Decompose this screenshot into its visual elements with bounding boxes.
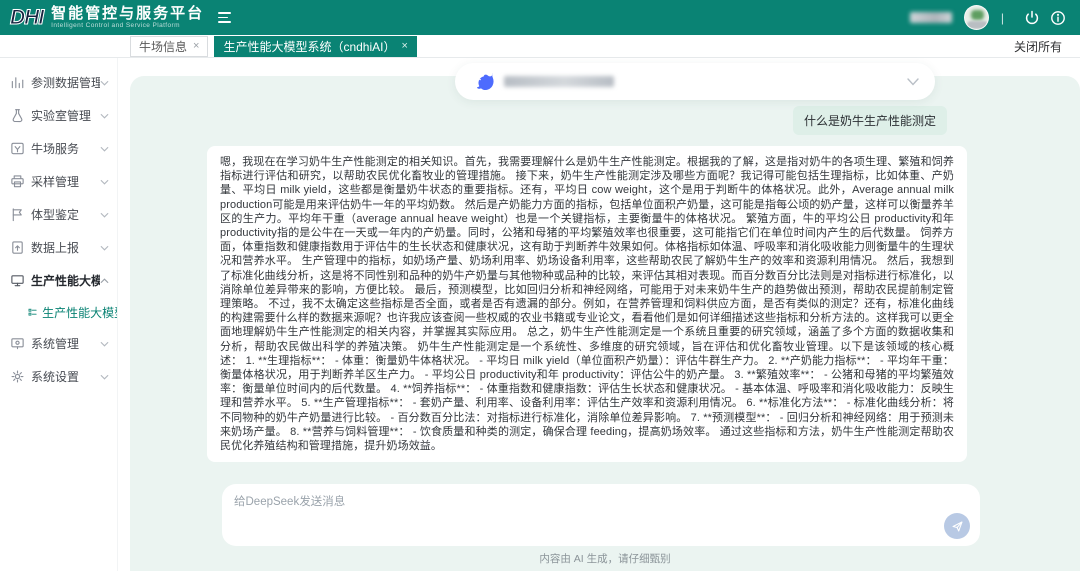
chevron-down-icon xyxy=(907,78,919,86)
conversation: 什么是奶牛生产性能测定 嗯，我现在在学习奶牛生产性能测定的相关知识。首先，我需要… xyxy=(130,76,1080,462)
deepseek-logo-icon xyxy=(471,70,495,94)
sidebar-item-label: 体型鉴定 xyxy=(31,206,100,223)
sidebar-item-label: 系统管理 xyxy=(31,335,100,352)
brand-logo: DHI xyxy=(10,6,43,30)
sidebar-item-label: 数据上报 xyxy=(31,239,100,256)
sidebar-item-conformation[interactable]: 体型鉴定 xyxy=(0,198,117,231)
sidebar-item-data-report[interactable]: 数据上报 xyxy=(0,231,117,264)
tab-label: 生产性能大模型系统（cndhiAI） xyxy=(223,38,395,55)
message-input-container[interactable] xyxy=(222,484,980,546)
sidebar-item-lab[interactable]: 实验室管理 xyxy=(0,99,117,132)
menu-collapse-icon[interactable] xyxy=(218,12,231,23)
info-icon[interactable] xyxy=(1050,10,1066,26)
sidebar-item-label: 系统设置 xyxy=(31,368,100,385)
chevron-down-icon xyxy=(100,245,109,251)
service-icon xyxy=(10,141,25,156)
avatar-image xyxy=(971,10,984,20)
close-tab-icon[interactable]: × xyxy=(193,40,199,52)
tab-model-system[interactable]: 生产性能大模型系统（cndhiAI） × xyxy=(214,36,416,57)
sidebar-item-farm-service[interactable]: 牛场服务 xyxy=(0,132,117,165)
sidebar-item-system-mgmt[interactable]: 系统管理 xyxy=(0,327,117,360)
sidebar-subitem-label: 生产性能大模型系... xyxy=(42,304,117,321)
chevron-up-icon xyxy=(100,278,109,284)
chat-panel: 什么是奶牛生产性能测定 嗯，我现在在学习奶牛生产性能测定的相关知识。首先，我需要… xyxy=(130,76,1080,571)
flask-icon xyxy=(10,108,25,123)
tab-farm-info[interactable]: 牛场信息 × xyxy=(130,36,208,57)
layout: 参测数据管理 实验室管理 牛场服务 采样管理 体型鉴定 xyxy=(0,58,1080,571)
chevron-down-icon xyxy=(100,80,109,86)
ai-disclaimer: 内容由 AI 生成，请仔细甄别 xyxy=(130,551,1080,566)
flag-icon xyxy=(10,207,25,222)
sidebar: 参测数据管理 实验室管理 牛场服务 采样管理 体型鉴定 xyxy=(0,58,118,571)
ai-message-bubble: 嗯，我现在在学习奶牛生产性能测定的相关知识。首先，我需要理解什么是奶牛生产性能测… xyxy=(207,146,967,462)
message-input[interactable] xyxy=(234,493,968,537)
app-subtitle: Intelligent Control and Service Platform xyxy=(51,23,204,30)
avatar-image-base xyxy=(967,21,988,29)
chevron-down-icon xyxy=(100,341,109,347)
tab-bar: 牛场信息 × 生产性能大模型系统（cndhiAI） × 关闭所有 xyxy=(0,35,1080,58)
username-redacted xyxy=(910,12,952,23)
power-icon[interactable] xyxy=(1024,10,1040,26)
app-window: DHI 智能管控与服务平台 Intelligent Control and Se… xyxy=(0,0,1080,571)
upload-icon xyxy=(10,240,25,255)
app-title: 智能管控与服务平台 xyxy=(51,6,204,21)
sidebar-item-label: 参测数据管理 xyxy=(31,74,100,91)
list-icon xyxy=(28,306,37,319)
app-header: DHI 智能管控与服务平台 Intelligent Control and Se… xyxy=(0,0,1080,35)
chevron-down-icon xyxy=(100,212,109,218)
model-selector[interactable] xyxy=(455,63,935,100)
monitor-icon xyxy=(10,273,25,288)
sidebar-item-system-settings[interactable]: 系统设置 xyxy=(0,360,117,393)
header-divider: | xyxy=(1001,11,1004,25)
sidebar-item-sampling[interactable]: 采样管理 xyxy=(0,165,117,198)
sidebar-item-performance-model[interactable]: 生产性能大模型系... xyxy=(0,264,117,297)
sidebar-item-label: 采样管理 xyxy=(31,173,100,190)
sidebar-item-label: 牛场服务 xyxy=(31,140,100,157)
close-all-button[interactable]: 关闭所有 xyxy=(1014,38,1062,55)
gear-icon xyxy=(10,369,25,384)
sidebar-subitem-performance-model[interactable]: 生产性能大模型系... xyxy=(0,297,117,327)
sidebar-item-label: 实验室管理 xyxy=(31,107,100,124)
close-tab-icon[interactable]: × xyxy=(401,40,407,52)
send-button[interactable] xyxy=(944,513,970,539)
user-message-bubble: 什么是奶牛生产性能测定 xyxy=(793,106,947,135)
user-avatar[interactable] xyxy=(964,5,989,30)
tab-label: 牛场信息 xyxy=(139,38,187,55)
chevron-down-icon xyxy=(100,146,109,152)
bar-chart-icon xyxy=(10,75,25,90)
main-content: 什么是奶牛生产性能测定 嗯，我现在在学习奶牛生产性能测定的相关知识。首先，我需要… xyxy=(118,58,1080,571)
monitor-gear-icon xyxy=(10,336,25,351)
send-icon xyxy=(951,520,964,533)
app-titles: 智能管控与服务平台 Intelligent Control and Servic… xyxy=(51,6,204,30)
chevron-down-icon xyxy=(100,374,109,380)
printer-icon xyxy=(10,174,25,189)
sidebar-item-test-data[interactable]: 参测数据管理 xyxy=(0,66,117,99)
chevron-down-icon xyxy=(100,179,109,185)
chevron-down-icon xyxy=(100,113,109,119)
sidebar-item-label: 生产性能大模型系... xyxy=(31,272,100,289)
model-name-redacted xyxy=(504,76,614,87)
